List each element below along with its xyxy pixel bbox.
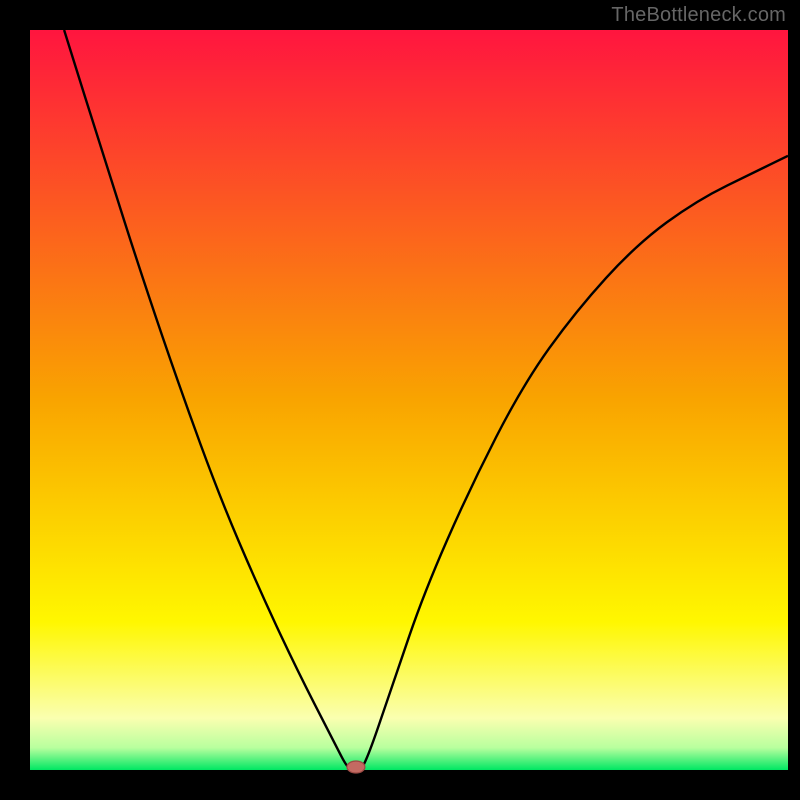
watermark-text: TheBottleneck.com — [611, 4, 786, 27]
plot-area — [30, 30, 788, 770]
chart-container: TheBottleneck.com — [0, 0, 800, 800]
bottleneck-chart — [0, 0, 800, 800]
minimum-marker — [347, 761, 365, 773]
